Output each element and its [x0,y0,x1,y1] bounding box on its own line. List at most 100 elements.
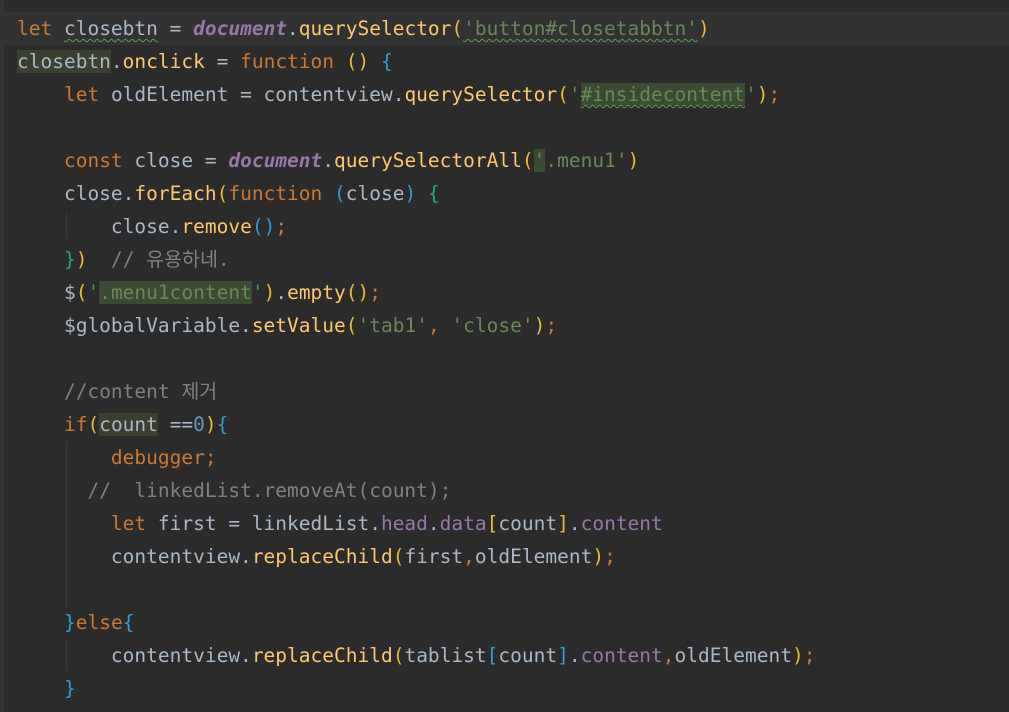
code-token: function [228,182,335,205]
code-line[interactable] [0,111,1009,144]
code-token: closebtn [17,50,111,73]
code-line-text: if(count ==0){ [17,408,228,441]
code-token: ) [697,17,710,40]
code-token: contentview. [17,644,252,667]
code-line[interactable]: close.remove(); [0,210,1009,243]
code-token: 'button#closetabbtn' [463,17,698,40]
code-token: close. [17,215,182,238]
code-token: $ [17,281,76,304]
code-token: .menu1 [545,149,616,172]
code-token: . [287,17,299,40]
code-token: $globalVariable. [17,314,252,337]
code-line[interactable]: contentview.replaceChild(first,oldElemen… [0,540,1009,573]
code-token: first = linkedList. [157,512,381,535]
code-line-text: close.remove(); [17,210,287,243]
code-token: count [498,644,558,667]
code-token: empty [287,281,346,304]
code-line[interactable]: $globalVariable.setValue('tab1', 'close'… [0,309,1009,342]
code-editor[interactable]: let closebtn = document.querySelector('b… [0,0,1009,712]
code-token: ( [392,644,405,667]
code-token: ' [533,149,546,172]
code-token: . [568,512,581,535]
code-token: first [404,545,464,568]
code-token: ] [557,512,569,535]
code-token: count [99,413,158,436]
code-token: ) [204,413,217,436]
code-token: ' [744,83,757,106]
code-token: . [427,512,440,535]
code-token: ' [615,149,628,172]
code-line[interactable]: let first = linkedList.head.data[count].… [0,507,1009,540]
code-token: ) [627,149,640,172]
code-token: . [568,644,581,667]
code-token: ) [791,644,804,667]
code-token: ; [545,314,558,337]
code-token: { [427,182,440,205]
code-line-text: closebtn.onclick = function () { [17,45,393,78]
code-token: ) [404,182,417,205]
code-token: () [345,50,370,73]
code-line[interactable]: let closebtn = document.querySelector('b… [0,12,1009,45]
code-token: 0 [193,413,205,436]
code-token: forEach [134,182,217,205]
code-token: = [204,50,241,73]
code-line[interactable]: debugger; [0,441,1009,474]
code-token: == [157,413,194,436]
code-token: close [345,182,405,205]
code-line[interactable]: let oldElement = contentview.querySelect… [0,78,1009,111]
code-line-text: let first = linkedList.head.data[count].… [17,507,663,540]
code-token: // 유용하네. [110,248,230,271]
code-line[interactable]: // linkedList.removeAt(count); [0,474,1009,507]
code-token: ; [803,644,816,667]
code-line-text: $globalVariable.setValue('tab1', 'close'… [17,309,557,342]
code-token: ) [756,83,769,106]
code-line-text: } [17,672,76,705]
code-token: () [345,281,370,304]
code-token: [ [486,644,499,667]
code-token: [ [486,512,499,535]
code-token: ' [87,281,100,304]
code-line[interactable]: } [0,672,1009,705]
code-token: closebtn [63,17,158,40]
code-line[interactable]: }else{ [0,606,1009,639]
code-line[interactable]: }) // 유용하네. [0,243,1009,276]
code-token: , [427,314,452,337]
code-line[interactable]: $('.menu1content').empty(); [0,276,1009,309]
code-line-text: }else{ [17,606,134,639]
code-token: setValue [251,314,346,337]
code-token: content [580,512,663,535]
code-token: } [63,677,76,700]
code-token: ; [768,83,781,106]
code-token: () [251,215,276,238]
code-line[interactable]: //content 제거 [0,375,1009,408]
code-line-text: contentview.replaceChild(tablist[count].… [17,639,816,672]
code-token: document [228,149,323,172]
code-line[interactable] [0,573,1009,606]
code-token: //content 제거 [63,380,218,403]
code-token: { [122,611,135,634]
code-line[interactable]: const close = document.querySelectorAll(… [0,144,1009,177]
code-line-text: contentview.replaceChild(first,oldElemen… [17,540,616,573]
code-line-text: // linkedList.removeAt(count); [17,474,451,507]
code-token: oldElement = contentview. [110,83,405,106]
code-token: ( [451,17,464,40]
code-line-text: const close = document.querySelectorAll(… [17,144,639,177]
code-line-text: //content 제거 [17,375,217,408]
code-token: ) [592,545,605,568]
code-line[interactable]: if(count ==0){ [0,408,1009,441]
code-token: . [110,50,123,73]
code-line[interactable]: closebtn.onclick = function () { [0,45,1009,78]
code-line[interactable]: close.forEach(function (close) { [0,177,1009,210]
code-line[interactable] [0,342,1009,375]
code-token: = [157,17,194,40]
code-token: function [240,50,346,73]
code-token: ) [75,248,88,271]
code-line[interactable]: contentview.replaceChild(tablist[count].… [0,639,1009,672]
